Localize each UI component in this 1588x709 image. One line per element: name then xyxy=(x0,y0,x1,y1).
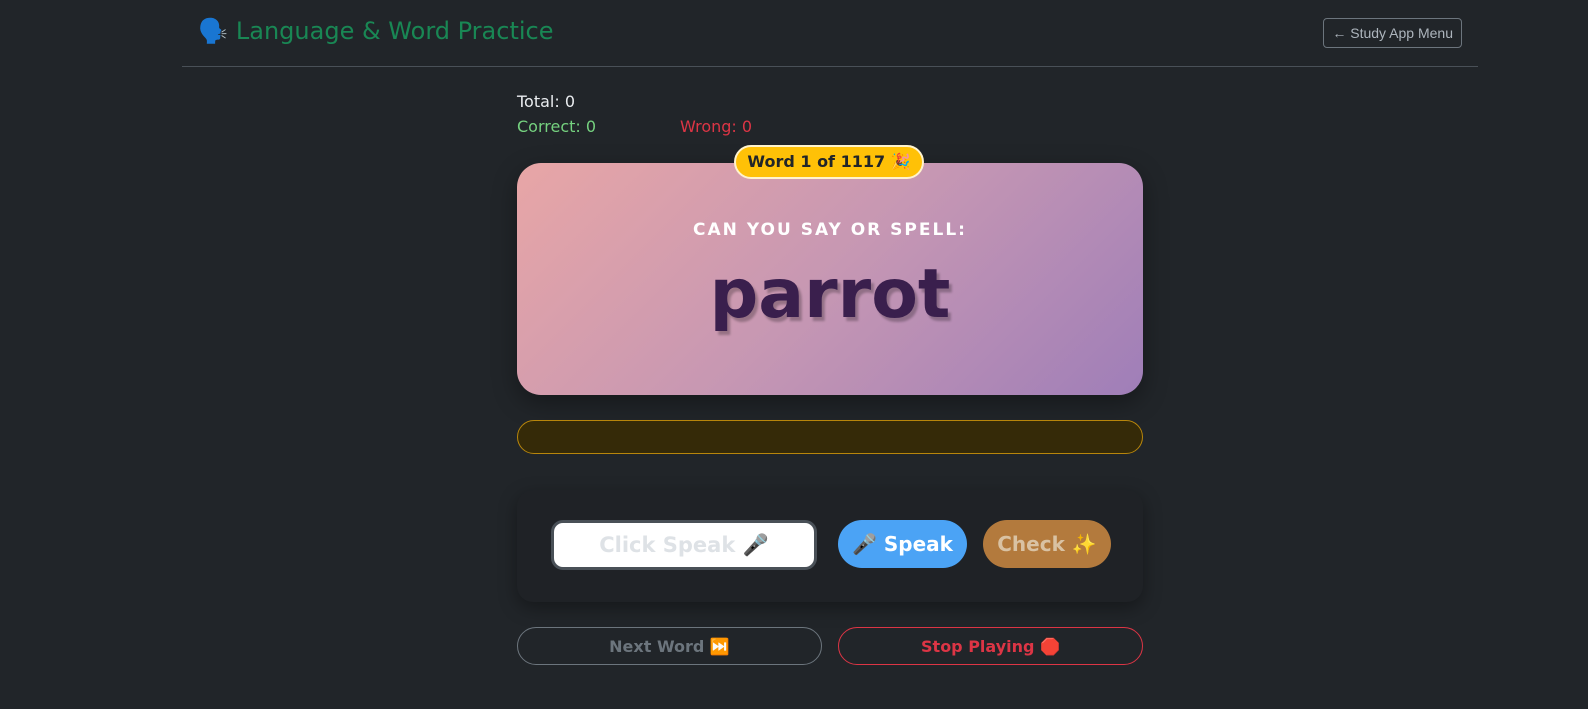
study-app-menu-button[interactable]: ← Study App Menu xyxy=(1323,18,1462,48)
total-count: Total: 0 xyxy=(517,92,576,111)
app-title: 🗣️ Language & Word Practice xyxy=(198,17,553,45)
answer-panel: 🎤 Speak Check ✨ xyxy=(517,490,1143,602)
word-prompt: CAN YOU SAY OR SPELL: xyxy=(693,220,967,240)
target-word: parrot xyxy=(709,255,951,334)
speak-button[interactable]: 🎤 Speak xyxy=(838,520,967,568)
score-row: Correct: 0 Wrong: 0 xyxy=(517,117,752,136)
check-button[interactable]: Check ✨ xyxy=(983,520,1111,568)
header: 🗣️ Language & Word Practice ← Study App … xyxy=(182,0,1478,67)
speaking-head-icon: 🗣️ xyxy=(198,17,228,45)
next-word-button[interactable]: Next Word ⏭️ xyxy=(517,627,822,665)
answer-input[interactable] xyxy=(551,520,817,570)
correct-count: Correct: 0 xyxy=(517,117,597,136)
word-card: CAN YOU SAY OR SPELL: parrot xyxy=(517,163,1143,395)
app-title-text: Language & Word Practice xyxy=(235,17,554,45)
wrong-count: Wrong: 0 xyxy=(680,117,753,136)
app-page: 🗣️ Language & Word Practice ← Study App … xyxy=(0,0,1588,709)
word-progress-badge: Word 1 of 1117 🎉 xyxy=(734,145,924,179)
score-stats: Total: 0 Correct: 0 Wrong: 0 xyxy=(517,92,752,136)
stop-playing-button[interactable]: Stop Playing 🛑 xyxy=(838,627,1143,665)
feedback-bar xyxy=(517,420,1143,454)
